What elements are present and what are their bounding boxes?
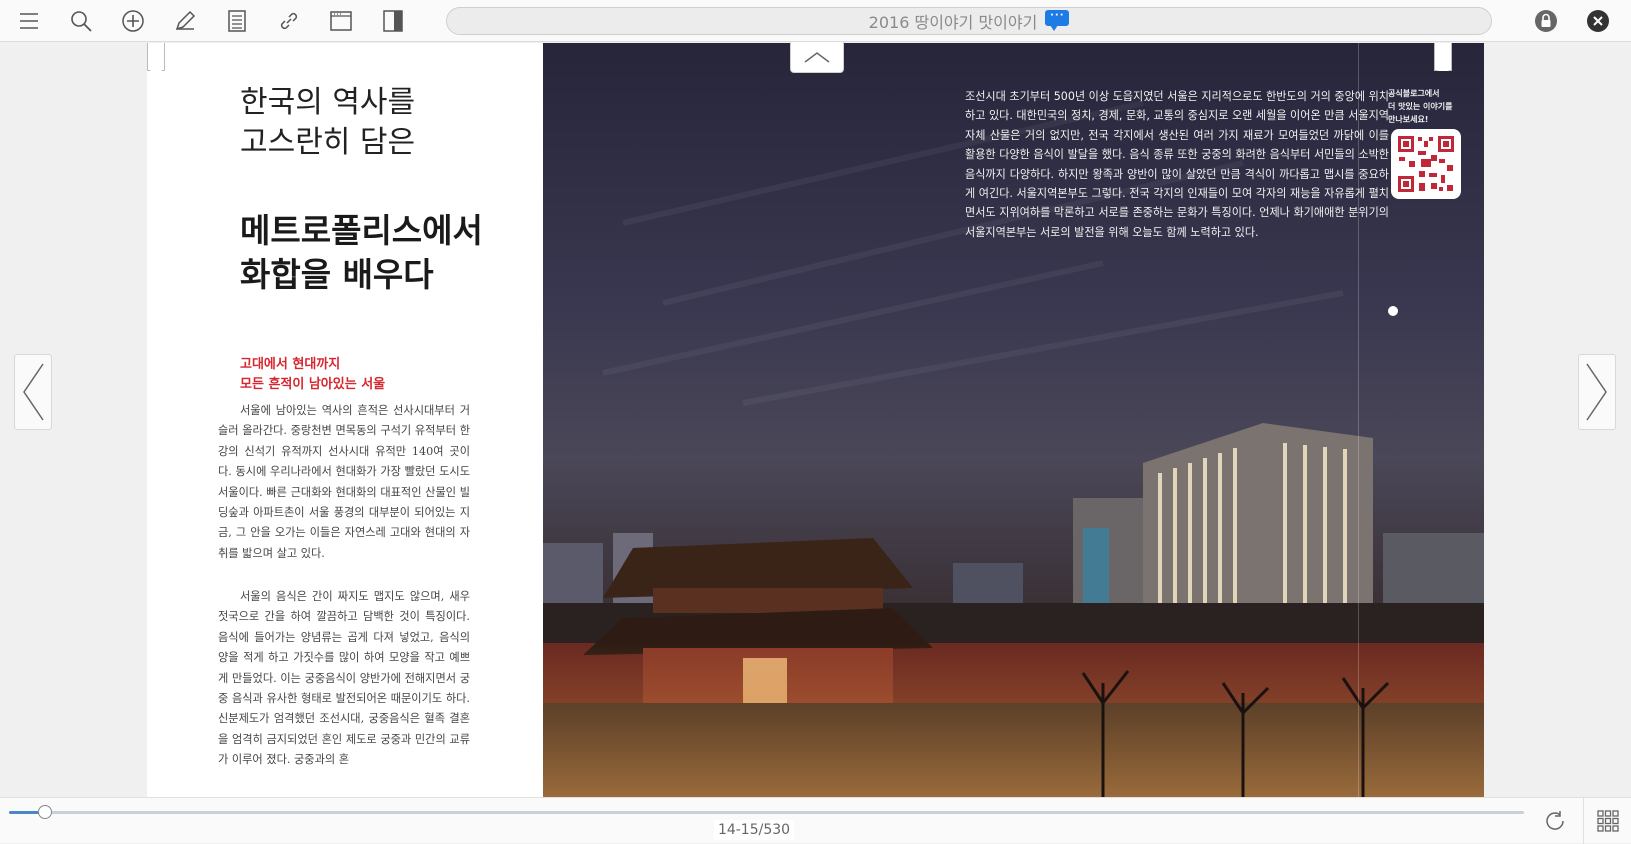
book-title-bar[interactable]: 2016 땅이야기 맛이야기 ··· — [446, 7, 1492, 35]
refresh-icon[interactable] — [1540, 806, 1570, 836]
left-page: 한국의 역사를 고스란히 담은 메트로폴리스에서 화합을 배우다 고대에서 현대… — [147, 43, 543, 797]
comment-icon[interactable]: ··· — [1045, 10, 1070, 31]
chevron-left-icon — [23, 363, 44, 421]
qr-caption: 공식블로그에서 더 맛있는 이야기를 만나보세요! — [1388, 89, 1453, 124]
search-icon[interactable] — [66, 6, 96, 36]
prev-page-button[interactable] — [14, 354, 52, 430]
close-icon[interactable] — [1583, 6, 1613, 36]
lock-icon[interactable] — [1531, 6, 1561, 36]
chevron-right-icon — [1586, 363, 1607, 421]
collapse-up-button[interactable] — [790, 42, 844, 73]
bookmark-left-icon[interactable] — [147, 43, 165, 71]
sidebar-icon[interactable] — [378, 6, 408, 36]
link-icon[interactable] — [274, 6, 304, 36]
menu-icon[interactable] — [14, 6, 44, 36]
right-page-photo: 조선시대 초기부터 500년 이상 도읍지였던 서울은 지리적으로도 한반도의 … — [543, 43, 1484, 797]
pencil-icon[interactable] — [170, 6, 200, 36]
bookmark-right-icon[interactable] — [1434, 43, 1452, 71]
bottom-bar: 14-15/530 — [0, 797, 1631, 844]
divider — [1583, 798, 1584, 844]
book-spread: 한국의 역사를 고스란히 담은 메트로폴리스에서 화합을 배우다 고대에서 현대… — [147, 42, 1484, 797]
page-headline: 메트로폴리스에서 화합을 배우다 — [240, 211, 483, 294]
qr-code-icon — [1398, 136, 1454, 192]
page-title: 한국의 역사를 고스란히 담은 — [240, 85, 416, 160]
body-paragraph-1: 서울에 남아있는 역사의 흔적은 선사시대부터 거슬러 올라간다. 중랑천변 면… — [218, 404, 470, 560]
page-slider[interactable] — [9, 805, 1524, 819]
section-subheading: 고대에서 현대까지 모든 흔적이 남아있는 서울 — [240, 357, 386, 392]
page-slider-thumb[interactable] — [38, 805, 53, 819]
top-toolbar: 2016 땅이야기 맛이야기 ··· — [0, 0, 1631, 42]
body-paragraph-2: 서울의 음식은 간이 짜지도 맵지도 않으며, 새우젓국으로 간을 하여 깔끔하… — [218, 590, 470, 767]
next-page-button[interactable] — [1578, 354, 1616, 430]
qr-code[interactable] — [1391, 129, 1461, 199]
intro-paragraph: 조선시대 초기부터 500년 이상 도읍지였던 서울은 지리적으로도 한반도의 … — [965, 90, 1389, 239]
note-icon[interactable] — [222, 6, 252, 36]
grid-view-icon[interactable] — [1593, 806, 1623, 836]
chevron-up-icon — [804, 52, 830, 63]
screen-icon[interactable] — [326, 6, 356, 36]
page-indicator[interactable]: 14-15/530 — [714, 820, 794, 840]
moon — [1388, 306, 1398, 316]
book-title: 2016 땅이야기 맛이야기 — [868, 13, 1038, 32]
add-icon[interactable] — [118, 6, 148, 36]
